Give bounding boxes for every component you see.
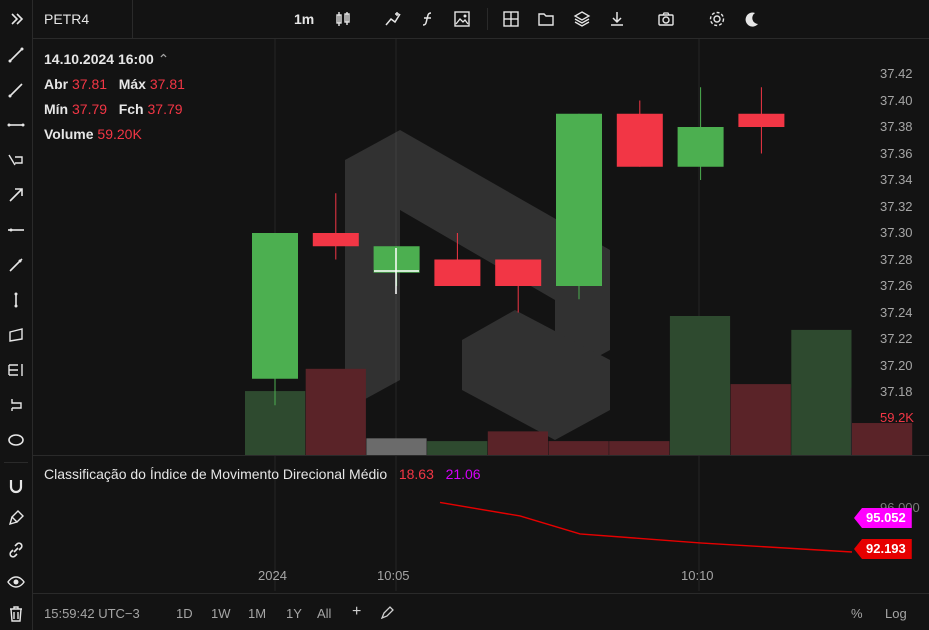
candle (738, 87, 785, 154)
extended-line-icon[interactable] (5, 254, 27, 276)
volume-bar (548, 441, 609, 455)
percent-toggle[interactable]: % (851, 606, 863, 621)
volume-bar (730, 384, 791, 455)
candle-body (252, 233, 298, 379)
range-1y[interactable]: 1Y (286, 606, 302, 621)
volume-bar (305, 368, 366, 455)
candle-body (556, 113, 602, 286)
arrow-icon[interactable] (5, 184, 27, 206)
candles-icon[interactable] (332, 7, 354, 31)
camera-icon[interactable] (655, 7, 677, 31)
eye-icon[interactable] (5, 571, 27, 593)
volume-bar (669, 316, 731, 455)
candle (556, 113, 602, 300)
top-toolbar: PETR4 1m (0, 0, 929, 39)
drawing-toolbar (0, 38, 33, 630)
legend-ohlc-row2: Mín 37.79 Fch 37.79 (44, 101, 183, 117)
volume-bar (487, 431, 548, 455)
volume-bar (852, 423, 913, 455)
price-tick: 37.26 (880, 278, 913, 293)
legend-ohlc-row1: Abr 37.81 Máx 37.81 (44, 76, 185, 92)
trend-line-icon[interactable] (5, 44, 27, 66)
gear-icon[interactable] (706, 7, 728, 31)
range-1d[interactable]: 1D (176, 606, 193, 621)
time-label-year: 2024 (258, 568, 287, 583)
pane-divider[interactable] (33, 455, 929, 456)
horizontal-line-icon[interactable] (5, 219, 27, 241)
compare-icon[interactable] (382, 7, 404, 31)
moon-icon[interactable] (741, 7, 763, 31)
indicator-title: Classificação do Índice de Movimento Dir… (44, 466, 388, 482)
pitchfork-icon[interactable] (5, 359, 27, 381)
indicator-tag-2: 92.193 (854, 539, 912, 559)
price-tick: 37.42 (880, 66, 913, 81)
fib-icon[interactable] (5, 149, 27, 171)
ray-icon[interactable] (5, 79, 27, 101)
volume-bar (366, 438, 427, 455)
chart-area[interactable] (33, 39, 929, 591)
layout-icon[interactable] (500, 7, 522, 31)
candle-body (616, 113, 663, 167)
time-label-1010: 10:10 (681, 568, 714, 583)
indicator-tag-1: 95.052 (854, 508, 912, 528)
range-1m[interactable]: 1M (248, 606, 266, 621)
add-icon[interactable]: + (352, 603, 361, 621)
log-toggle[interactable]: Log (885, 606, 907, 621)
candle (677, 87, 724, 180)
volume-axis-label: 59.2K (880, 410, 914, 425)
candle (495, 259, 542, 313)
candle-body (738, 113, 785, 127)
parallelogram-icon[interactable] (5, 324, 27, 346)
link-icon[interactable] (5, 539, 27, 561)
candle-body (677, 127, 724, 167)
download-icon[interactable] (606, 7, 628, 31)
price-tick: 37.22 (880, 331, 913, 346)
price-tick: 37.24 (880, 304, 913, 320)
volume-bar (427, 441, 488, 455)
price-tick: 37.38 (880, 119, 913, 134)
brush-icon[interactable] (5, 507, 27, 529)
ellipse-icon[interactable] (5, 429, 27, 451)
candle-body (495, 259, 542, 286)
price-tick: 37.28 (880, 251, 913, 267)
interval-selector[interactable]: 1m (294, 7, 314, 31)
adxr-line (439, 501, 853, 553)
layers-icon[interactable] (571, 7, 593, 31)
indicator-legend[interactable]: Classificação do Índice de Movimento Dir… (44, 466, 481, 482)
volume-bar (791, 329, 852, 455)
folder-icon[interactable] (535, 7, 557, 31)
candle (616, 100, 663, 167)
image-icon[interactable] (451, 7, 473, 31)
price-tick: 37.40 (880, 92, 913, 108)
chevron-up-icon: ⌃ (157, 51, 170, 67)
legend-volume: Volume 59.20K (44, 126, 142, 142)
price-tick: 37.18 (880, 384, 913, 399)
double-chevron-right-icon[interactable] (6, 7, 28, 31)
candle (252, 233, 298, 406)
price-tick: 37.34 (880, 172, 913, 187)
candle-body (434, 259, 481, 286)
range-1w[interactable]: 1W (211, 606, 231, 621)
indicator-value-2: 21.06 (445, 466, 481, 482)
vertical-line-icon[interactable] (5, 289, 27, 311)
time-label-1005: 10:05 (377, 568, 410, 583)
candle-body (312, 233, 359, 247)
price-tick: 37.30 (880, 225, 913, 240)
pencil-icon[interactable] (380, 606, 394, 625)
legend-datetime: 14.10.2024 16:00 ⌃ (44, 51, 170, 67)
clock[interactable]: 15:59:42 UTC−3 (44, 606, 140, 621)
indicators-icon[interactable] (417, 7, 439, 31)
callout-icon[interactable] (5, 394, 27, 416)
symbol-search[interactable]: PETR4 (44, 7, 89, 31)
price-tick: 37.36 (880, 145, 913, 161)
trash-icon[interactable] (5, 603, 27, 625)
price-tick: 37.20 (880, 357, 913, 373)
price-tick: 37.32 (880, 198, 913, 214)
range-all[interactable]: All (317, 606, 331, 621)
indicator-value-1: 18.63 (398, 466, 434, 482)
horizontal-ray-icon[interactable] (5, 114, 27, 136)
volume-bar (609, 441, 670, 455)
magnet-icon[interactable] (5, 475, 27, 497)
